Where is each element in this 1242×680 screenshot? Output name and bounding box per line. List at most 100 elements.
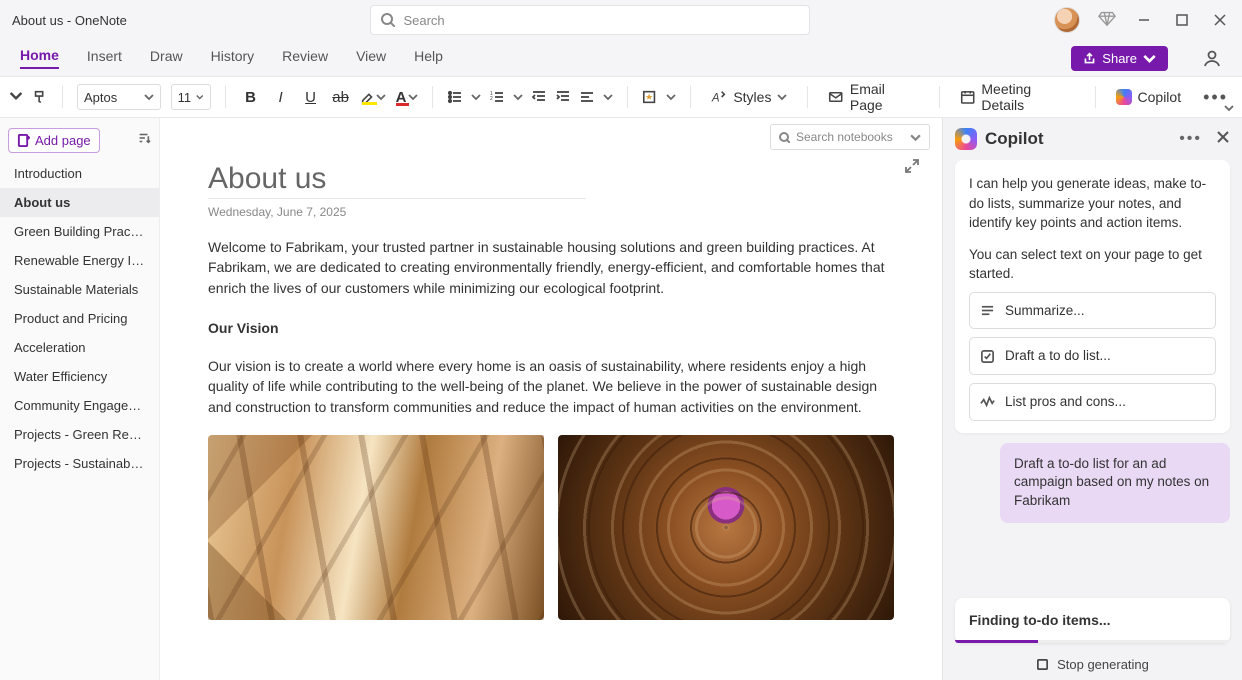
- copilot-status-card: Finding to-do items...: [955, 598, 1230, 643]
- search-notebooks-placeholder: Search notebooks: [796, 130, 893, 144]
- styles-button[interactable]: A Styles: [705, 89, 793, 105]
- chevron-down-icon: [513, 92, 523, 102]
- body-heading[interactable]: Our Vision: [208, 318, 894, 338]
- pages-pane: Add page IntroductionAbout usGreen Build…: [0, 118, 160, 680]
- email-page-button[interactable]: Email Page: [822, 81, 925, 113]
- page-list-item[interactable]: Green Building Practices: [0, 217, 159, 246]
- svg-text:A: A: [711, 92, 720, 104]
- copilot-suggestion-todo[interactable]: Draft a to do list...: [969, 337, 1216, 375]
- email-page-label: Email Page: [850, 81, 919, 113]
- tab-help[interactable]: Help: [414, 48, 443, 68]
- bold-button[interactable]: B: [240, 89, 262, 106]
- indent-button[interactable]: [555, 89, 571, 105]
- chevron-down-icon: [603, 92, 613, 102]
- copilot-toolbar-label: Copilot: [1138, 89, 1182, 105]
- copilot-stop-button[interactable]: Stop generating: [955, 653, 1230, 672]
- copilot-close-button[interactable]: [1216, 130, 1230, 144]
- presence-icon[interactable]: [1202, 48, 1222, 68]
- wave-icon: [980, 394, 995, 409]
- sort-pages-button[interactable]: [137, 131, 151, 150]
- copilot-title: Copilot: [985, 129, 1044, 149]
- format-painter-icon[interactable]: [32, 89, 48, 105]
- copilot-suggestion-summarize[interactable]: Summarize...: [969, 292, 1216, 330]
- checkbox-icon: [980, 349, 995, 364]
- meeting-details-label: Meeting Details: [981, 81, 1074, 113]
- tab-home[interactable]: Home: [20, 47, 59, 69]
- copilot-intro-text: I can help you generate ideas, make to-d…: [969, 174, 1216, 233]
- numbered-list-button[interactable]: 12: [489, 89, 523, 105]
- share-icon: [1083, 52, 1096, 65]
- user-avatar[interactable]: [1054, 7, 1080, 33]
- copilot-stop-label: Stop generating: [1057, 657, 1149, 672]
- font-family-select[interactable]: Aptos: [77, 84, 161, 110]
- lines-icon: [980, 303, 995, 318]
- window-close-button[interactable]: [1210, 10, 1230, 30]
- underline-button[interactable]: U: [300, 89, 322, 106]
- copilot-suggestion-proscons[interactable]: List pros and cons...: [969, 383, 1216, 421]
- page-canvas[interactable]: Search notebooks About us Wednesday, Jun…: [160, 118, 942, 680]
- share-label: Share: [1102, 51, 1137, 66]
- italic-button[interactable]: I: [270, 89, 292, 106]
- page-list-item[interactable]: Acceleration: [0, 333, 159, 362]
- ribbon-expand-chevron-icon[interactable]: [1224, 103, 1234, 113]
- chevron-down-icon: [910, 132, 921, 143]
- copilot-progress-bar: [955, 640, 1230, 643]
- tags-button[interactable]: [642, 89, 676, 105]
- home-toolbar: Aptos 11 B I U ab A 12: [0, 76, 1242, 118]
- font-size-select[interactable]: 11: [171, 84, 211, 110]
- calendar-icon: [960, 89, 975, 105]
- search-icon: [381, 13, 395, 27]
- chevron-down-icon: [408, 92, 418, 102]
- chevron-down-icon: [471, 92, 481, 102]
- tab-review[interactable]: Review: [282, 48, 328, 68]
- chevron-down-icon: [376, 92, 386, 102]
- window-title: About us - OneNote: [12, 13, 127, 28]
- copilot-toolbar-button[interactable]: Copilot: [1110, 89, 1188, 105]
- strikethrough-button[interactable]: ab: [330, 89, 352, 106]
- chevron-down-icon: [144, 92, 154, 102]
- page-list-item[interactable]: Community Engagement: [0, 391, 159, 420]
- page-title[interactable]: About us: [208, 162, 586, 199]
- align-left-icon: [579, 89, 595, 105]
- tab-view[interactable]: View: [356, 48, 386, 68]
- tab-draw[interactable]: Draw: [150, 48, 183, 68]
- add-page-button[interactable]: Add page: [8, 128, 100, 153]
- styles-icon: A: [711, 89, 727, 105]
- bullet-list-icon: [447, 89, 463, 105]
- premium-diamond-icon[interactable]: [1098, 9, 1116, 32]
- copilot-icon: [1116, 89, 1132, 105]
- search-icon: [779, 132, 790, 143]
- highlight-color-button[interactable]: [360, 89, 386, 105]
- page-list-item[interactable]: Renewable Energy Integr...: [0, 246, 159, 275]
- font-color-button[interactable]: A: [394, 89, 419, 106]
- share-button[interactable]: Share: [1071, 46, 1168, 71]
- global-search[interactable]: Search: [370, 5, 810, 35]
- page-list-item[interactable]: Introduction: [0, 159, 159, 188]
- content-image-spiral-atrium[interactable]: [558, 435, 894, 620]
- outdent-button[interactable]: [531, 89, 547, 105]
- ribbon-tabs: Home Insert Draw History Review View Hel…: [0, 40, 1242, 76]
- content-image-wooden-beams[interactable]: [208, 435, 544, 620]
- page-list-item[interactable]: Water Efficiency: [0, 362, 159, 391]
- page-list-item[interactable]: Projects - Sustainable Mu...: [0, 449, 159, 478]
- page-list-item[interactable]: Sustainable Materials: [0, 275, 159, 304]
- align-button[interactable]: [579, 89, 613, 105]
- page-list-item[interactable]: Product and Pricing: [0, 304, 159, 333]
- body-paragraph[interactable]: Welcome to Fabrikam, your trusted partne…: [208, 237, 894, 298]
- undo-chevron-icon[interactable]: [8, 89, 24, 105]
- body-paragraph[interactable]: Our vision is to create a world where ev…: [208, 356, 894, 417]
- page-list-item[interactable]: Projects - Green Resident...: [0, 420, 159, 449]
- meeting-details-button[interactable]: Meeting Details: [954, 81, 1081, 113]
- search-placeholder: Search: [403, 13, 444, 28]
- search-notebooks-input[interactable]: Search notebooks: [770, 124, 930, 150]
- window-minimize-button[interactable]: [1134, 10, 1154, 30]
- tab-insert[interactable]: Insert: [87, 48, 122, 68]
- page-list-item[interactable]: About us: [0, 188, 159, 217]
- copilot-more-button[interactable]: •••: [1179, 130, 1202, 148]
- fullscreen-button[interactable]: [904, 158, 920, 179]
- tab-history[interactable]: History: [211, 48, 255, 68]
- copilot-suggestion-label: Draft a to do list...: [1005, 346, 1111, 366]
- bullet-list-button[interactable]: [447, 89, 481, 105]
- numbered-list-icon: 12: [489, 89, 505, 105]
- window-maximize-button[interactable]: [1172, 10, 1192, 30]
